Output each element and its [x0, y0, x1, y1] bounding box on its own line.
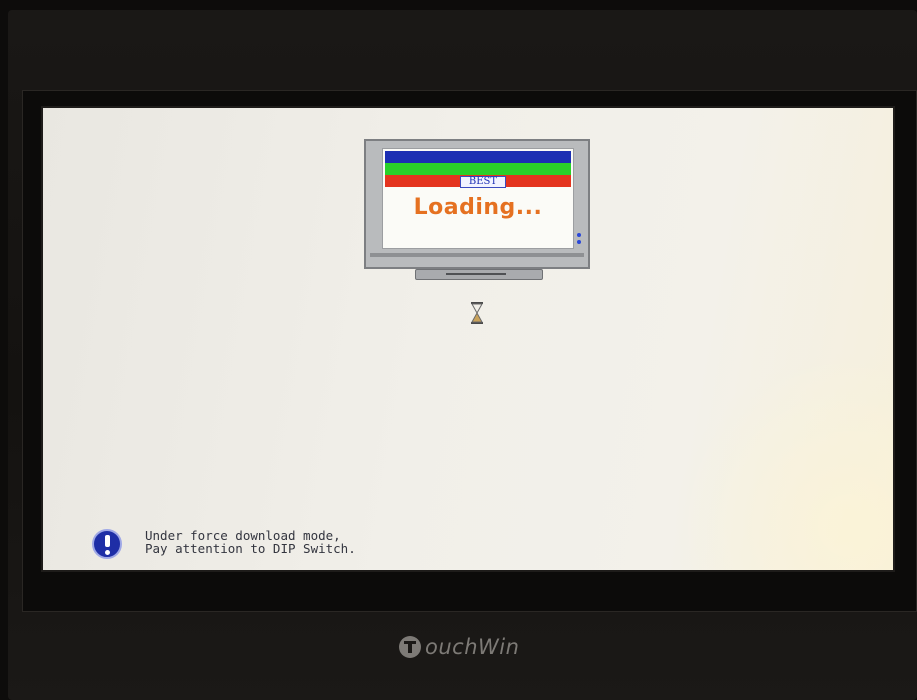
screen-glare	[673, 350, 893, 570]
progress-bar-blue	[385, 151, 571, 163]
monitor-graphic: BEST Loading...	[364, 139, 590, 269]
hourglass-icon	[471, 302, 483, 324]
monitor-stand	[370, 253, 584, 257]
info-icon-dot	[105, 550, 110, 555]
touchwin-logo-icon	[399, 636, 421, 658]
loading-status: Loading...	[413, 195, 543, 220]
monitor-led-icon	[577, 233, 581, 237]
notice-message: Under force download mode, Pay attention…	[145, 529, 356, 555]
brand-name: ouchWin	[425, 635, 520, 659]
brand-logo: ouchWin	[399, 632, 519, 662]
monitor-base	[415, 269, 543, 280]
notice-line-2: Pay attention to DIP Switch.	[145, 541, 356, 556]
info-exclamation-icon	[92, 529, 122, 559]
monitor-display: BEST Loading...	[382, 148, 574, 249]
info-icon-stem	[105, 535, 110, 547]
progress-bar-red: BEST	[385, 175, 571, 188]
monitor-led-icon	[577, 240, 581, 244]
monitor-base-slot	[446, 273, 506, 275]
best-label: BEST	[460, 176, 506, 188]
progress-bar-green	[385, 163, 571, 175]
hmi-screen: BEST Loading... Under force download mod…	[41, 106, 895, 572]
